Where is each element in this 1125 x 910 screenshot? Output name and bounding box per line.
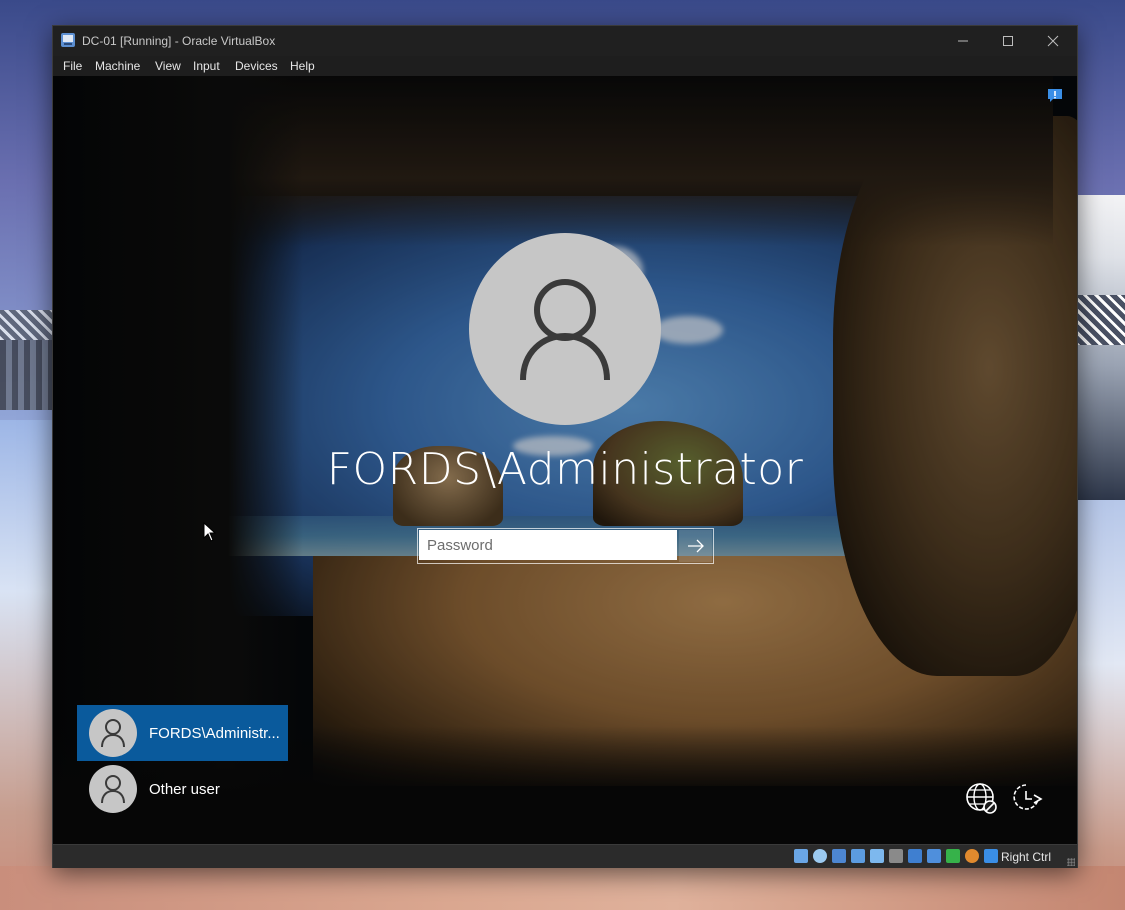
- mouse-integration-icon[interactable]: [965, 849, 979, 863]
- host-key-label: Right Ctrl: [1001, 850, 1052, 864]
- optical-drive-icon[interactable]: [813, 849, 827, 863]
- desktop-wallpaper-building: [1076, 195, 1125, 505]
- usb-icon[interactable]: [870, 849, 884, 863]
- virtualbox-window: DC-01 [Running] - Oracle VirtualBox File…: [52, 25, 1078, 868]
- pointer-icon: [203, 521, 217, 542]
- network-icon: [966, 783, 997, 814]
- submit-button[interactable]: [679, 530, 712, 562]
- hard-disk-icon[interactable]: [794, 849, 808, 863]
- vm-display[interactable]: FORDS\Administrator FORDS\Administr... O…: [53, 76, 1077, 844]
- user-icon: [101, 775, 125, 804]
- user-tile-other-user[interactable]: Other user: [77, 761, 288, 817]
- mouse-cursor: [203, 521, 217, 542]
- recording-icon[interactable]: [927, 849, 941, 863]
- ease-of-access-icon: [1013, 784, 1043, 810]
- avatar: [89, 765, 137, 813]
- keyboard-icon[interactable]: [984, 849, 998, 863]
- menu-file[interactable]: File: [63, 59, 82, 73]
- menu-devices[interactable]: Devices: [235, 59, 278, 73]
- status-bar: Right Ctrl: [53, 844, 1077, 868]
- virtualbox-app-icon: [61, 33, 75, 47]
- user-tile-administrator[interactable]: FORDS\Administr...: [77, 705, 288, 761]
- feedback-icon[interactable]: [1047, 88, 1063, 104]
- capture-icon[interactable]: [946, 849, 960, 863]
- password-box: [417, 528, 714, 564]
- network-adapter-icon[interactable]: [851, 849, 865, 863]
- audio-icon[interactable]: [832, 849, 846, 863]
- minimize-icon: [957, 40, 968, 42]
- user-icon: [101, 719, 125, 748]
- menu-bar: File Machine View Input Devices Help: [53, 56, 1077, 76]
- menu-input[interactable]: Input: [193, 59, 220, 73]
- password-input[interactable]: [419, 530, 677, 560]
- desktop-wallpaper-beach: [0, 866, 1125, 910]
- close-icon: [1047, 35, 1058, 47]
- user-tile-label: FORDS\Administr...: [149, 724, 280, 742]
- network-button[interactable]: [963, 780, 999, 816]
- desktop-wallpaper-sea-right: [1076, 500, 1125, 910]
- user-icon: [520, 279, 610, 381]
- title-bar[interactable]: DC-01 [Running] - Oracle VirtualBox: [53, 26, 1077, 56]
- desktop-wallpaper-pier: [0, 310, 52, 410]
- arrow-right-icon: [687, 539, 704, 553]
- resize-grip[interactable]: [1067, 858, 1075, 866]
- maximize-button[interactable]: [985, 26, 1030, 56]
- window-title: DC-01 [Running] - Oracle VirtualBox: [82, 34, 276, 48]
- desktop-wallpaper-sea-left: [0, 420, 52, 910]
- minimize-button[interactable]: [940, 26, 985, 56]
- display-icon[interactable]: [908, 849, 922, 863]
- menu-machine[interactable]: Machine: [95, 59, 140, 73]
- menu-help[interactable]: Help: [290, 59, 315, 73]
- close-button[interactable]: [1030, 26, 1075, 56]
- shared-folders-icon[interactable]: [889, 849, 903, 863]
- login-username: FORDS\Administrator: [326, 444, 804, 495]
- user-tile-label: Other user: [149, 780, 220, 798]
- user-avatar: [469, 233, 661, 425]
- avatar: [89, 709, 137, 757]
- menu-view[interactable]: View: [155, 59, 181, 73]
- maximize-icon: [1002, 36, 1013, 46]
- ease-of-access-button[interactable]: [1009, 780, 1045, 816]
